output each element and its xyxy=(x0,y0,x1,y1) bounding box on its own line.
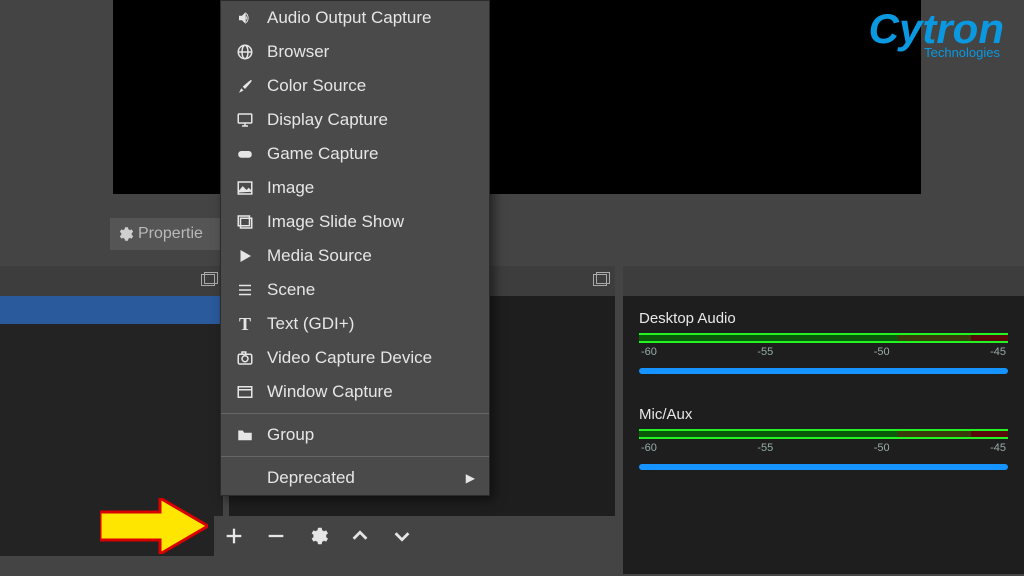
move-up-button[interactable] xyxy=(348,524,372,548)
menu-label: Audio Output Capture xyxy=(267,8,431,28)
menu-label: Display Capture xyxy=(267,110,388,130)
add-source-menu: Audio Output Capture Browser Color Sourc… xyxy=(220,0,490,496)
menu-separator xyxy=(221,456,489,457)
menu-label: Image xyxy=(267,178,314,198)
remove-source-button[interactable] xyxy=(264,524,288,548)
meter-ticks: -60 -55 -50 -45 xyxy=(639,442,1008,454)
mixer-channel-desktop: Desktop Audio -60 -55 -50 -45 xyxy=(639,310,1008,374)
scenes-panel-header[interactable] xyxy=(0,266,223,296)
menu-item-slideshow[interactable]: Image Slide Show xyxy=(221,205,489,239)
menu-item-scene[interactable]: Scene xyxy=(221,273,489,307)
menu-label: Text (GDI+) xyxy=(267,314,354,334)
menu-label: Deprecated xyxy=(267,468,355,488)
menu-label: Game Capture xyxy=(267,144,379,164)
brand-logo: Cytron Technologies xyxy=(869,8,1004,59)
restore-icon[interactable] xyxy=(593,274,607,286)
add-source-button[interactable] xyxy=(222,524,246,548)
source-settings-button[interactable] xyxy=(306,524,330,548)
menu-item-image[interactable]: Image xyxy=(221,171,489,205)
volume-slider[interactable] xyxy=(639,464,1008,470)
menu-label: Color Source xyxy=(267,76,366,96)
window-icon xyxy=(235,382,255,402)
mixer-panel-header[interactable] xyxy=(623,266,1024,296)
volume-slider[interactable] xyxy=(639,368,1008,374)
menu-item-display-capture[interactable]: Display Capture xyxy=(221,103,489,137)
scene-item-selected[interactable] xyxy=(0,296,223,324)
play-icon xyxy=(235,246,255,266)
menu-label: Scene xyxy=(267,280,315,300)
blank-icon xyxy=(235,468,255,488)
menu-label: Image Slide Show xyxy=(267,212,404,232)
mixer-channel-label: Desktop Audio xyxy=(639,310,1008,327)
menu-item-audio-output[interactable]: Audio Output Capture xyxy=(221,1,489,35)
menu-item-text[interactable]: T Text (GDI+) xyxy=(221,307,489,341)
volume-meter xyxy=(639,333,1008,343)
volume-meter xyxy=(639,429,1008,439)
menu-item-deprecated[interactable]: Deprecated ▶ xyxy=(221,461,489,495)
sources-toolbar xyxy=(214,516,618,556)
camera-icon xyxy=(235,348,255,368)
list-icon xyxy=(235,280,255,300)
submenu-arrow-icon: ▶ xyxy=(466,471,475,485)
menu-item-game-capture[interactable]: Game Capture xyxy=(221,137,489,171)
gamepad-icon xyxy=(235,144,255,164)
menu-item-video-capture[interactable]: Video Capture Device xyxy=(221,341,489,375)
menu-item-browser[interactable]: Browser xyxy=(221,35,489,69)
properties-label: Propertie xyxy=(138,225,203,243)
menu-label: Video Capture Device xyxy=(267,348,432,368)
monitor-icon xyxy=(235,110,255,130)
menu-item-color-source[interactable]: Color Source xyxy=(221,69,489,103)
menu-label: Media Source xyxy=(267,246,372,266)
menu-label: Window Capture xyxy=(267,382,393,402)
menu-label: Group xyxy=(267,425,314,445)
image-icon xyxy=(235,178,255,198)
menu-label: Browser xyxy=(267,42,329,62)
annotation-arrow xyxy=(100,498,208,554)
menu-separator xyxy=(221,413,489,414)
globe-icon xyxy=(235,42,255,62)
menu-item-group[interactable]: Group xyxy=(221,418,489,452)
text-icon: T xyxy=(235,314,255,334)
audio-mixer-panel: Desktop Audio -60 -55 -50 -45 Mic/Aux -6… xyxy=(623,296,1024,574)
menu-item-window-capture[interactable]: Window Capture xyxy=(221,375,489,409)
brush-icon xyxy=(235,76,255,96)
slideshow-icon xyxy=(235,212,255,232)
meter-ticks: -60 -55 -50 -45 xyxy=(639,346,1008,358)
speaker-icon xyxy=(235,8,255,28)
properties-button[interactable]: Propertie xyxy=(110,218,230,250)
mixer-channel-mic: Mic/Aux -60 -55 -50 -45 xyxy=(639,406,1008,470)
move-down-button[interactable] xyxy=(390,524,414,548)
menu-item-media-source[interactable]: Media Source xyxy=(221,239,489,273)
folder-icon xyxy=(235,425,255,445)
mixer-channel-label: Mic/Aux xyxy=(639,406,1008,423)
gear-icon xyxy=(116,225,134,243)
restore-icon[interactable] xyxy=(201,274,215,286)
